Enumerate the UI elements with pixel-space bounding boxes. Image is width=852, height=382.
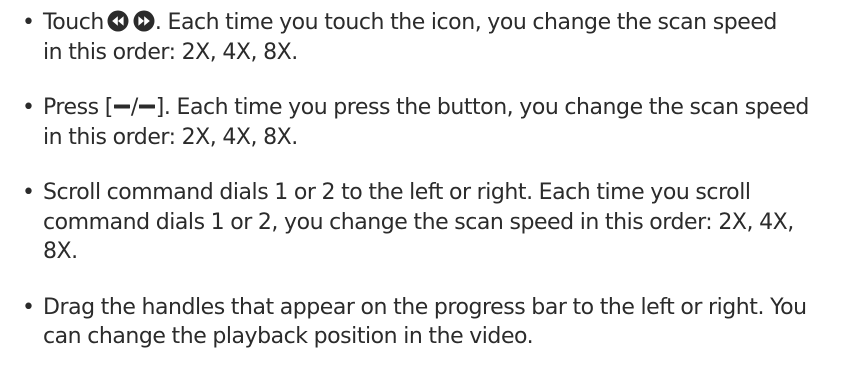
item-line: Press [ / ]. Each time you press the but… xyxy=(43,93,842,123)
item-text: Press [ xyxy=(43,95,113,120)
minus-button-icon xyxy=(138,104,155,109)
item-line: can change the playback position in the … xyxy=(43,324,534,349)
list-item-scroll: • Scroll command dials 1 or 2 to the lef… xyxy=(22,178,842,267)
bullet: • xyxy=(22,294,35,320)
item-line: command dials 1 or 2, you change the sca… xyxy=(43,209,794,235)
separator-text: / xyxy=(130,95,138,120)
list-item-touch: • Touch . Each time you touch the icon, … xyxy=(22,8,842,67)
item-line: Scroll command dials 1 or 2 to the left … xyxy=(43,180,751,205)
minus-button-icon xyxy=(113,104,130,109)
item-line: in this order: 2X, 4X, 8X. xyxy=(43,124,298,150)
bullet: • xyxy=(22,95,35,120)
item-text: . Each time you touch the icon, you chan… xyxy=(154,10,777,35)
item-line: 8X. xyxy=(43,239,78,264)
bullet: • xyxy=(22,10,35,35)
item-line: in this order: 2X, 4X, 8X. xyxy=(43,39,298,65)
item-line: Drag the handles that appear on the prog… xyxy=(43,294,807,320)
rewind-icon xyxy=(107,10,129,32)
item-line: Touch . Each time you touch the icon, yo… xyxy=(43,8,842,38)
bullet: • xyxy=(22,180,35,205)
item-text: ]. Each time you press the button, you c… xyxy=(155,95,810,120)
instruction-document: • Touch . Each time you touch the icon, … xyxy=(22,8,842,352)
instruction-list: • Touch . Each time you touch the icon, … xyxy=(22,8,842,352)
list-item-press: • Press [ / ]. Each time you press the b… xyxy=(22,93,842,152)
fast-forward-icon xyxy=(133,10,155,32)
item-text: Touch xyxy=(43,10,104,35)
list-item-drag: • Drag the handles that appear on the pr… xyxy=(22,293,842,352)
